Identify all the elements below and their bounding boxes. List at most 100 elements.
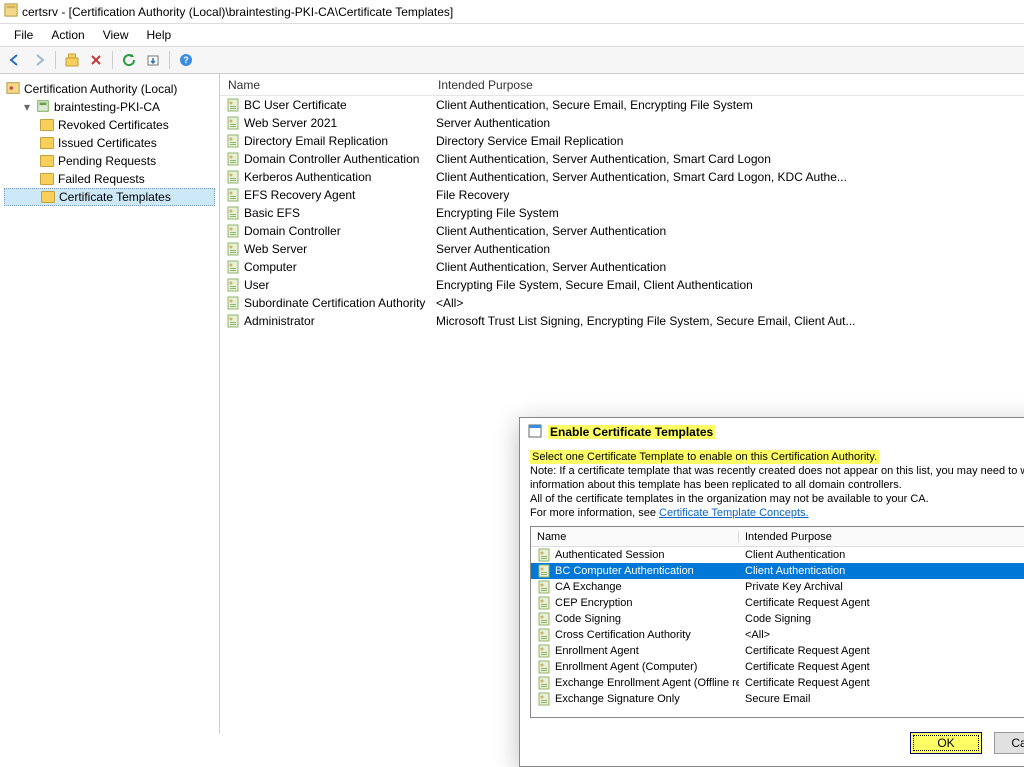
expander-icon[interactable]: ▾ <box>22 100 32 114</box>
template-icon <box>537 580 551 594</box>
template-row[interactable]: BC User CertificateClient Authentication… <box>220 96 1024 114</box>
tree-pane: Certification Authority (Local) ▾ braint… <box>0 74 220 734</box>
tree-item[interactable]: Failed Requests <box>4 170 215 188</box>
menu-view[interactable]: View <box>95 26 137 44</box>
dialog-titlebar[interactable]: Enable Certificate Templates ✕ <box>520 418 1024 446</box>
dialog-template-purpose: Client Authentication <box>739 565 1024 577</box>
cancel-button[interactable]: Cancel <box>994 732 1024 754</box>
template-name: Administrator <box>244 314 315 328</box>
enable-templates-dialog: Enable Certificate Templates ✕ Select on… <box>519 417 1024 767</box>
window-title: certsrv - [Certification Authority (Loca… <box>22 5 453 19</box>
dialog-template-purpose: Certificate Request Agent <box>739 677 1024 689</box>
dialog-template-name: Cross Certification Authority <box>555 629 691 641</box>
dialog-template-name: Exchange Enrollment Agent (Offline reque… <box>555 677 739 689</box>
tree-item[interactable]: Pending Requests <box>4 152 215 170</box>
refresh-button[interactable] <box>118 49 140 71</box>
template-row[interactable]: Directory Email ReplicationDirectory Ser… <box>220 132 1024 150</box>
menu-help[interactable]: Help <box>139 26 180 44</box>
template-row[interactable]: UserEncrypting File System, Secure Email… <box>220 276 1024 294</box>
template-name: Computer <box>244 260 297 274</box>
template-name: Subordinate Certification Authority <box>244 296 425 310</box>
dialog-template-row[interactable]: Cross Certification Authority<All> <box>531 627 1024 643</box>
dialog-template-row[interactable]: Authenticated SessionClient Authenticati… <box>531 547 1024 563</box>
dialog-template-row[interactable]: Code SigningCode Signing <box>531 611 1024 627</box>
menu-bar: File Action View Help <box>0 24 1024 46</box>
template-icon <box>537 628 551 642</box>
dialog-col-name[interactable]: Name <box>531 531 739 543</box>
template-icon <box>537 644 551 658</box>
dialog-template-row[interactable]: CA ExchangePrivate Key Archival <box>531 579 1024 595</box>
dialog-template-row[interactable]: Enrollment Agent (Computer)Certificate R… <box>531 659 1024 675</box>
template-name: Web Server 2021 <box>244 116 337 130</box>
tree-item[interactable]: Revoked Certificates <box>4 116 215 134</box>
template-row[interactable]: Web Server 2021Server Authentication <box>220 114 1024 132</box>
template-purpose: File Recovery <box>430 188 1024 202</box>
template-icon <box>537 564 551 578</box>
template-icon <box>226 170 240 184</box>
svg-text:?: ? <box>183 55 189 65</box>
template-purpose: Microsoft Trust List Signing, Encrypting… <box>430 314 1024 328</box>
dialog-template-row[interactable]: Enrollment AgentCertificate Request Agen… <box>531 643 1024 659</box>
delete-button[interactable] <box>85 49 107 71</box>
menu-action[interactable]: Action <box>43 26 92 44</box>
tree-item[interactable]: Certificate Templates <box>4 188 215 206</box>
template-row[interactable]: Basic EFSEncrypting File System <box>220 204 1024 222</box>
back-button[interactable] <box>4 49 26 71</box>
menu-file[interactable]: File <box>6 26 41 44</box>
template-icon <box>226 296 240 310</box>
template-icon <box>537 548 551 562</box>
dialog-col-purpose[interactable]: Intended Purpose <box>739 531 1024 543</box>
dialog-template-name: CEP Encryption <box>555 597 632 609</box>
template-name: Kerberos Authentication <box>244 170 371 184</box>
template-row[interactable]: Domain ControllerClient Authentication, … <box>220 222 1024 240</box>
folder-icon <box>40 155 54 167</box>
template-row[interactable]: Web ServerServer Authentication <box>220 240 1024 258</box>
separator <box>169 51 170 69</box>
template-row[interactable]: Subordinate Certification Authority<All> <box>220 294 1024 312</box>
dialog-template-row[interactable]: BC Computer Authentication Client Authent… <box>531 563 1024 579</box>
template-purpose: Encrypting File System <box>430 206 1024 220</box>
template-row[interactable]: Kerberos AuthenticationClient Authentica… <box>220 168 1024 186</box>
dialog-template-row[interactable]: Exchange Enrollment Agent (Offline reque… <box>531 675 1024 691</box>
tree-root[interactable]: Certification Authority (Local) <box>4 80 215 98</box>
template-icon <box>226 98 240 112</box>
template-name: Domain Controller <box>244 224 341 238</box>
col-purpose[interactable]: Intended Purpose <box>430 78 1024 92</box>
export-button[interactable] <box>142 49 164 71</box>
app-icon <box>4 3 18 20</box>
template-row[interactable]: Domain Controller AuthenticationClient A… <box>220 150 1024 168</box>
dialog-template-name: BC Computer Authentication <box>555 565 694 577</box>
template-name: EFS Recovery Agent <box>244 188 355 202</box>
template-row[interactable]: ComputerClient Authentication, Server Au… <box>220 258 1024 276</box>
up-level-button[interactable] <box>61 49 83 71</box>
cert-authority-icon <box>6 81 20 98</box>
dialog-template-row[interactable]: CEP EncryptionCertificate Request Agent <box>531 595 1024 611</box>
tree-item-label: Issued Certificates <box>58 136 157 150</box>
dialog-note1: Note: If a certificate template that was… <box>530 465 1024 491</box>
dialog-link-prefix: For more information, see <box>530 507 659 519</box>
template-concepts-link[interactable]: Certificate Template Concepts. <box>659 507 809 519</box>
dialog-template-name: CA Exchange <box>555 581 622 593</box>
help-button[interactable]: ? <box>175 49 197 71</box>
dialog-title: Enable Certificate Templates <box>548 425 715 439</box>
folder-icon <box>41 191 55 203</box>
dialog-note2: All of the certificate templates in the … <box>530 493 929 505</box>
template-icon <box>226 206 240 220</box>
ok-button[interactable]: OK <box>910 732 982 754</box>
folder-icon <box>40 119 54 131</box>
tree-ca[interactable]: ▾ braintesting-PKI-CA <box>4 98 215 116</box>
dialog-template-row[interactable]: Exchange Signature OnlySecure Email <box>531 691 1024 707</box>
template-purpose: Client Authentication, Server Authentica… <box>430 152 1024 166</box>
forward-button[interactable] <box>28 49 50 71</box>
title-bar: certsrv - [Certification Authority (Loca… <box>0 0 1024 24</box>
template-name: Web Server <box>244 242 307 256</box>
dialog-button-row: OK Cancel <box>520 718 1024 766</box>
tree-item[interactable]: Issued Certificates <box>4 134 215 152</box>
dialog-template-purpose: Client Authentication <box>739 549 1024 561</box>
dialog-template-name: Enrollment Agent (Computer) <box>555 661 697 673</box>
col-name[interactable]: Name <box>220 78 430 92</box>
folder-icon <box>40 137 54 149</box>
template-row[interactable]: Administrator Microsoft Trust List Signin… <box>220 312 1024 330</box>
template-row[interactable]: EFS Recovery Agent File Recovery <box>220 186 1024 204</box>
tree-item-label: Revoked Certificates <box>58 118 169 132</box>
